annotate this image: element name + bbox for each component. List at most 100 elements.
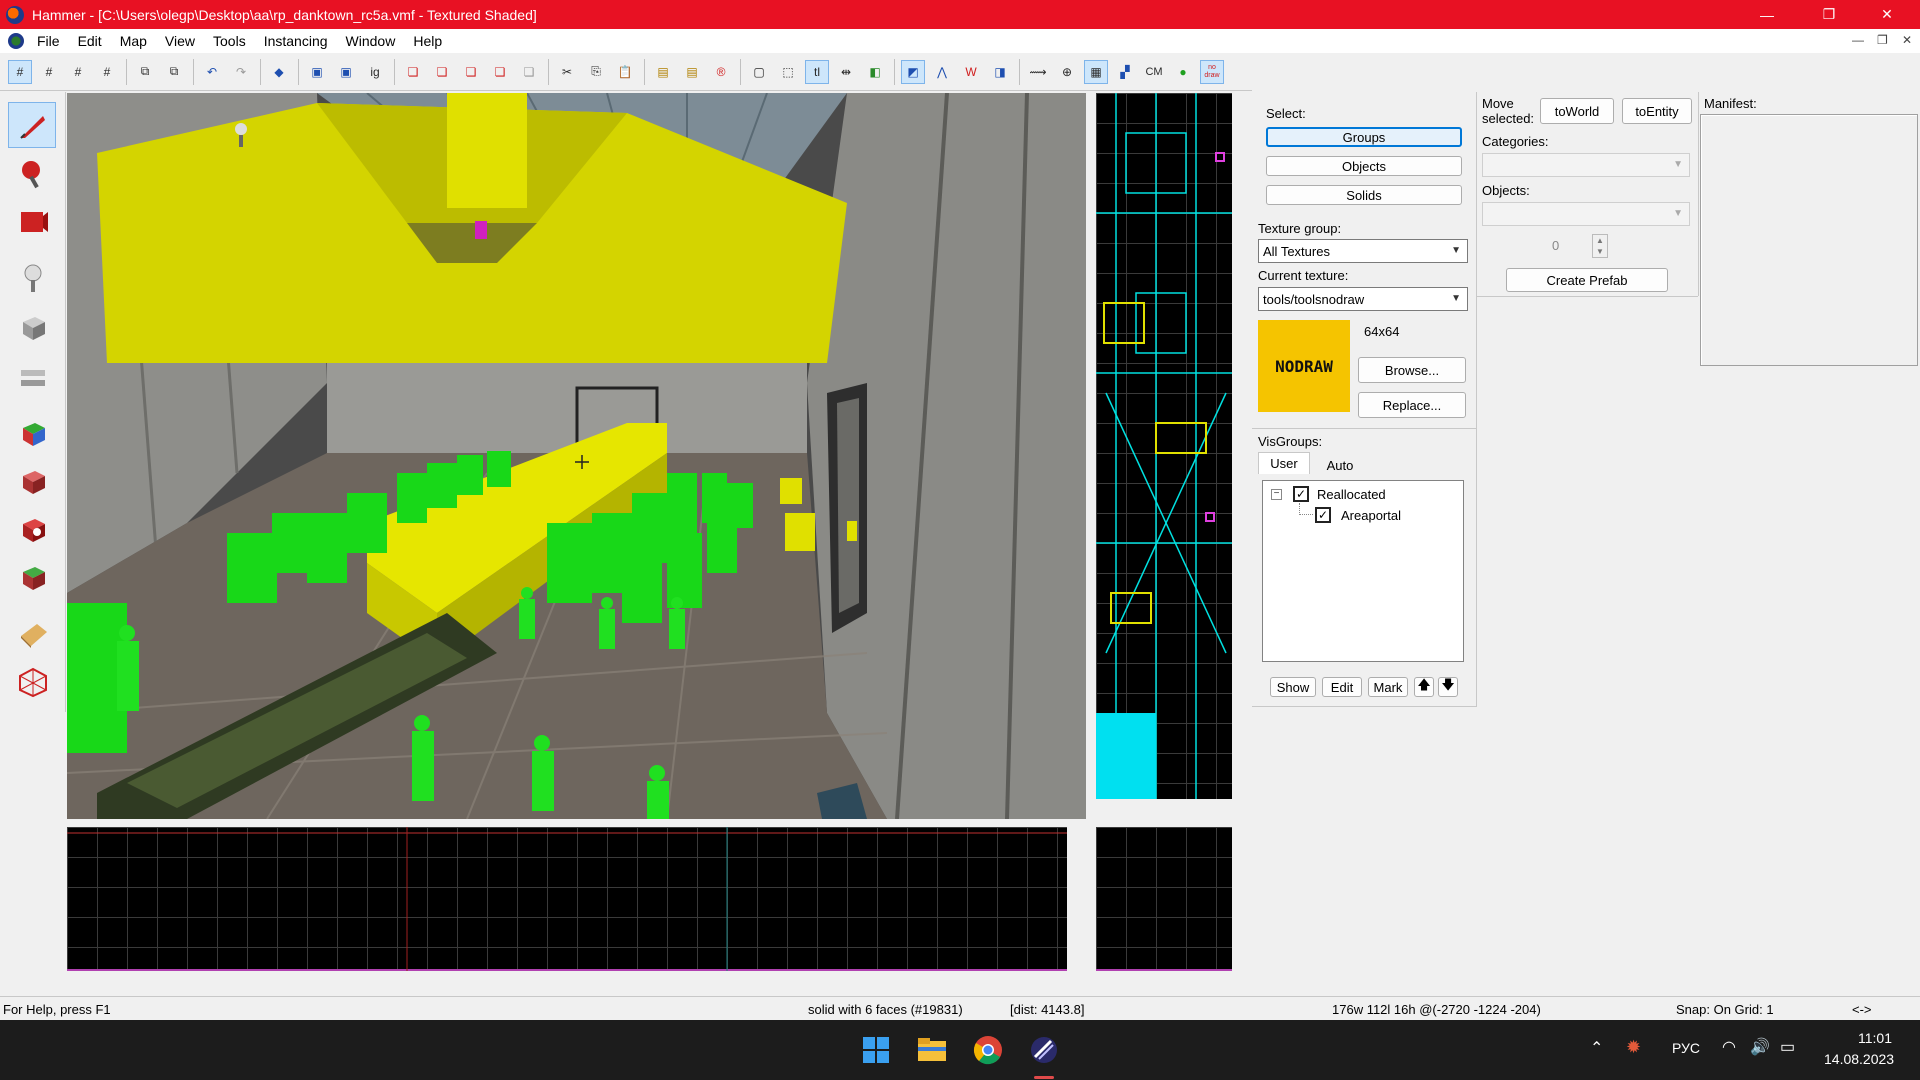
texture-preview[interactable]: NODRAW <box>1258 320 1350 412</box>
paste-icon[interactable]: 📋 <box>613 60 637 84</box>
mdi-restore-icon[interactable]: ❐ <box>1877 33 1888 47</box>
battery-icon[interactable]: ▭ <box>1780 1037 1795 1057</box>
green-sphere-icon[interactable]: ● <box>1171 60 1195 84</box>
toggle-helpers-icon[interactable]: ▤ <box>651 60 675 84</box>
categories-select[interactable]: ▼ <box>1482 153 1690 177</box>
side-2d-viewport[interactable] <box>1096 827 1232 971</box>
undo-icon[interactable]: ↶ <box>200 60 224 84</box>
apply-decal-tool[interactable] <box>8 506 56 552</box>
camera-tool[interactable] <box>8 198 56 244</box>
clock-date[interactable]: 14.08.2023 <box>1824 1051 1894 1067</box>
visgroup-mark-button[interactable]: Mark <box>1368 677 1408 697</box>
toggle-radius-icon[interactable]: ® <box>709 60 733 84</box>
grid-toggle-icon[interactable]: # <box>8 59 32 84</box>
browse-button[interactable]: Browse... <box>1358 357 1466 383</box>
flip-vertical-icon[interactable]: ❏ <box>430 60 454 84</box>
select-solids-button[interactable]: Solids <box>1266 185 1462 205</box>
visgroup-reallocated[interactable]: Reallocated <box>1317 487 1386 502</box>
texture-lock-icon[interactable]: ❏ <box>459 60 483 84</box>
hide-selected-icon[interactable]: ▣ <box>305 60 329 84</box>
collapse-icon[interactable]: − <box>1271 489 1282 500</box>
restore-button[interactable]: ❐ <box>1806 0 1852 29</box>
texture-lock-toggle-icon[interactable]: tl <box>805 59 829 84</box>
visgroup-show-button[interactable]: Show <box>1270 677 1316 697</box>
menu-view[interactable]: View <box>156 33 204 49</box>
create-prefab-button[interactable]: Create Prefab <box>1506 268 1668 292</box>
viewport-splitter[interactable] <box>1086 93 1096 819</box>
areaportal-checkbox[interactable]: ✓ <box>1315 507 1331 523</box>
visgroups-tree[interactable]: − ✓ Reallocated ✓ Areaportal <box>1262 480 1464 662</box>
bounding-box-icon[interactable]: ▢ <box>747 60 771 84</box>
select-objects-button[interactable]: Objects <box>1266 156 1462 176</box>
toggle-models-icon[interactable]: ▤ <box>680 60 704 84</box>
block-tool[interactable] <box>8 304 56 350</box>
wifi-icon[interactable]: ◠ <box>1722 1037 1736 1057</box>
viewport-splitter[interactable] <box>1232 93 1252 819</box>
grid-smaller-icon[interactable]: # <box>66 60 90 84</box>
camera-3d-viewport[interactable] <box>67 93 1087 819</box>
redo-icon[interactable]: ↷ <box>229 60 253 84</box>
snap-toggle-icon[interactable]: ⇹ <box>834 60 858 84</box>
current-texture-select[interactable]: tools/toolsnodraw ▼ <box>1258 287 1468 311</box>
grid-3d-icon[interactable]: # <box>37 60 61 84</box>
show-entities-icon[interactable]: ⋀ <box>930 60 954 84</box>
close-button[interactable]: ✕ <box>1864 0 1910 29</box>
start-icon[interactable] <box>858 1032 894 1068</box>
prefab-spinner-value[interactable]: 0 <box>1552 238 1559 253</box>
copy-icon[interactable]: ⎘ <box>584 60 608 84</box>
clock-time[interactable]: 11:01 <box>1858 1030 1892 1046</box>
tab-user[interactable]: User <box>1258 452 1310 474</box>
carve-icon[interactable]: ◆ <box>267 60 291 84</box>
check-problems-icon[interactable]: ⊕ <box>1055 60 1079 84</box>
to-world-button[interactable]: toWorld <box>1540 98 1614 124</box>
menu-window[interactable]: Window <box>337 33 405 49</box>
manifest-list[interactable] <box>1700 114 1918 366</box>
texture-group-select[interactable]: All Textures ▼ <box>1258 239 1468 263</box>
ungroup-icon[interactable]: ⧉ <box>162 60 186 84</box>
chevron-up-icon[interactable]: ⌃ <box>1590 1038 1603 1058</box>
tray-app-icon[interactable]: ✹ <box>1626 1037 1641 1058</box>
flip-horizontal-icon[interactable]: ❏ <box>401 60 425 84</box>
show-world-icon[interactable]: W <box>959 60 983 84</box>
objects-select[interactable]: ▼ <box>1482 202 1690 226</box>
path-tool[interactable] <box>8 610 56 656</box>
texture-application-tool[interactable] <box>8 410 56 456</box>
minimize-button[interactable]: — <box>1744 0 1790 29</box>
menu-help[interactable]: Help <box>404 33 451 49</box>
magnify-tool[interactable] <box>8 150 56 196</box>
menu-tools[interactable]: Tools <box>204 33 255 49</box>
autoselect-icon[interactable]: ◧ <box>863 60 887 84</box>
mdi-minimize-icon[interactable]: — <box>1852 33 1864 47</box>
cm-button[interactable]: CM <box>1142 60 1166 84</box>
move-up-button[interactable]: 🡅 <box>1414 677 1434 697</box>
to-entity-button[interactable]: toEntity <box>1622 98 1692 124</box>
volume-icon[interactable]: 🔊 <box>1750 1037 1770 1057</box>
show-brushes-icon[interactable]: ◩ <box>901 59 925 84</box>
menu-instancing[interactable]: Instancing <box>255 33 337 49</box>
file-explorer-icon[interactable] <box>914 1032 950 1068</box>
grid-larger-icon[interactable]: # <box>95 60 119 84</box>
ignore-groups-icon[interactable]: ig <box>363 60 387 84</box>
scale-lock-icon[interactable]: ❏ <box>488 60 512 84</box>
menu-file[interactable]: File <box>28 33 69 49</box>
clipping-tool[interactable] <box>8 354 56 400</box>
apply-texture-tool[interactable] <box>8 458 56 504</box>
menu-map[interactable]: Map <box>111 33 156 49</box>
vertex-tool[interactable] <box>8 658 56 704</box>
reallocated-checkbox[interactable]: ✓ <box>1293 486 1309 502</box>
front-2d-viewport[interactable] <box>67 827 1067 971</box>
menu-edit[interactable]: Edit <box>69 33 111 49</box>
group-icon[interactable]: ⧉ <box>133 60 157 84</box>
replace-button[interactable]: Replace... <box>1358 392 1466 418</box>
compile-icon[interactable]: ⟿ <box>1026 60 1050 84</box>
select-by-handles-icon[interactable]: ⬚ <box>776 60 800 84</box>
mdi-close-icon[interactable]: ✕ <box>1902 33 1912 47</box>
selection-tool[interactable] <box>8 102 56 148</box>
apply-overlay-tool[interactable] <box>8 554 56 600</box>
spinner-arrows-icon[interactable]: ▲ ▼ <box>1592 234 1608 258</box>
select-groups-button[interactable]: Groups <box>1266 127 1462 147</box>
hide-unselected-icon[interactable]: ▣ <box>334 60 358 84</box>
cordon-icon[interactable]: ▞ <box>1113 60 1137 84</box>
visgroup-areaportal[interactable]: Areaportal <box>1341 508 1401 523</box>
show-displacements-icon[interactable]: ◨ <box>988 60 1012 84</box>
